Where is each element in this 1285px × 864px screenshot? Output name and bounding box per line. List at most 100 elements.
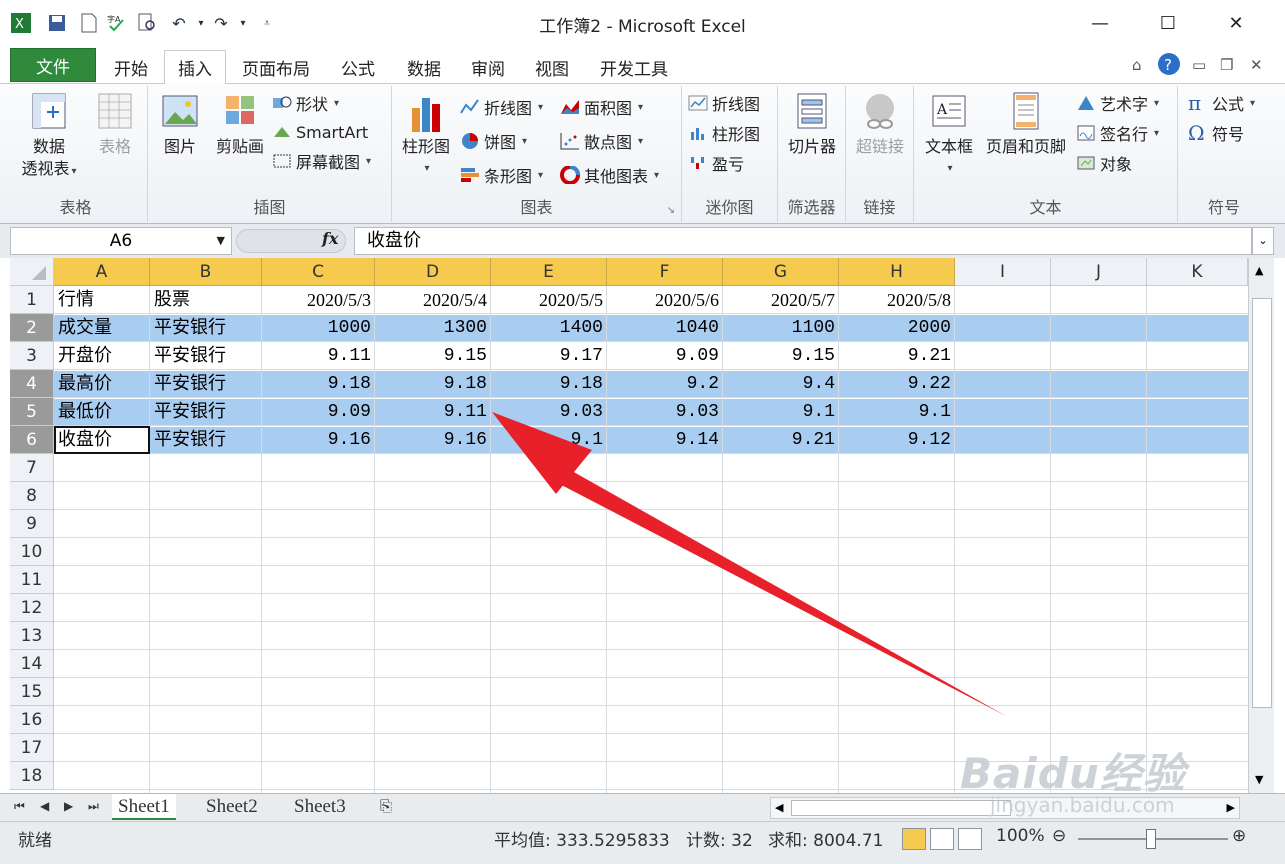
row-header-8[interactable]: 8 (10, 482, 54, 510)
name-box-dropdown-icon[interactable]: ▼ (217, 228, 225, 254)
save-icon[interactable] (44, 10, 70, 36)
cell-a4[interactable]: 最高价 (54, 370, 150, 398)
row-header-9[interactable]: 9 (10, 510, 54, 538)
smartart-button[interactable]: SmartArt (272, 119, 368, 145)
column-header-d[interactable]: D (375, 258, 491, 286)
column-header-e[interactable]: E (491, 258, 607, 286)
close-icon[interactable]: ✕ (1214, 8, 1258, 38)
scroll-right-icon[interactable]: ▶ (1227, 801, 1235, 814)
pie-chart-button[interactable]: 饼图 ▾ (460, 128, 527, 154)
zoom-out-icon[interactable]: ⊖ (1052, 826, 1066, 846)
tab-formulas[interactable]: 公式 (330, 50, 386, 84)
cell-h1[interactable]: 2020/5/8 (839, 286, 955, 314)
row-header-17[interactable]: 17 (10, 734, 54, 762)
cell-d1[interactable]: 2020/5/4 (375, 286, 491, 314)
cell-b3[interactable]: 平安银行 (150, 342, 262, 370)
cell-g3[interactable]: 9.15 (723, 342, 839, 370)
row-header-13[interactable]: 13 (10, 622, 54, 650)
cell-b6[interactable]: 平安银行 (150, 426, 262, 454)
sparkline-line-button[interactable]: 折线图 (688, 90, 760, 116)
hyperlink-button[interactable]: 超链接 (850, 90, 910, 158)
scroll-down-icon[interactable]: ▼ (1255, 773, 1263, 786)
cell-c2[interactable]: 1000 (262, 314, 375, 342)
row-header-4[interactable]: 4 (10, 370, 54, 398)
cell-f4[interactable]: 9.2 (607, 370, 723, 398)
cell-f5[interactable]: 9.03 (607, 398, 723, 426)
tab-insert[interactable]: 插入 (164, 50, 226, 85)
cell-d4[interactable]: 9.18 (375, 370, 491, 398)
redo-dropdown-icon[interactable]: ▾ (230, 10, 256, 36)
cell-b1[interactable]: 股票 (150, 286, 262, 314)
cell-g6[interactable]: 9.21 (723, 426, 839, 454)
cell-f2[interactable]: 1040 (607, 314, 723, 342)
workbook-minimize-icon[interactable]: ▭ (1192, 56, 1206, 74)
sheet-tab-1[interactable]: Sheet1 (112, 794, 176, 820)
row-header-12[interactable]: 12 (10, 594, 54, 622)
cell-g5[interactable]: 9.1 (723, 398, 839, 426)
row-header-3[interactable]: 3 (10, 342, 54, 370)
cell-a5[interactable]: 最低价 (54, 398, 150, 426)
scroll-up-icon[interactable]: ▲ (1255, 264, 1263, 277)
pivot-table-button[interactable]: 数据 透视表 ▾ (14, 90, 84, 183)
page-layout-view-icon[interactable] (930, 828, 954, 850)
cell-c5[interactable]: 9.09 (262, 398, 375, 426)
cell-g1[interactable]: 2020/5/7 (723, 286, 839, 314)
cell-d3[interactable]: 9.15 (375, 342, 491, 370)
screenshot-button[interactable]: 屏幕截图 ▾ (272, 148, 371, 174)
column-header-k[interactable]: K (1147, 258, 1248, 286)
clipart-button[interactable]: 剪贴画 (210, 90, 270, 158)
cell-a6[interactable]: 收盘价 (54, 426, 150, 454)
next-sheet-icon[interactable]: ▶ (64, 799, 73, 813)
zoom-in-icon[interactable]: ⊕ (1232, 826, 1246, 846)
column-header-b[interactable]: B (150, 258, 262, 286)
insert-function-icon[interactable]: fx (322, 229, 338, 248)
vertical-scrollbar[interactable]: ▲ ▼ (1248, 258, 1274, 793)
row-header-7[interactable]: 7 (10, 454, 54, 482)
cell-d2[interactable]: 1300 (375, 314, 491, 342)
cell-c3[interactable]: 9.11 (262, 342, 375, 370)
cell-e4[interactable]: 9.18 (491, 370, 607, 398)
tab-page-layout[interactable]: 页面布局 (232, 50, 320, 84)
cell-h3[interactable]: 9.21 (839, 342, 955, 370)
cell-c4[interactable]: 9.18 (262, 370, 375, 398)
first-sheet-icon[interactable]: ⏮ (14, 799, 25, 814)
insert-worksheet-icon[interactable]: ⎘ (380, 797, 392, 815)
zoom-level[interactable]: 100% (996, 826, 1045, 846)
column-header-g[interactable]: G (723, 258, 839, 286)
cell-a3[interactable]: 开盘价 (54, 342, 150, 370)
cell-f1[interactable]: 2020/5/6 (607, 286, 723, 314)
header-footer-button[interactable]: 页眉和页脚 (980, 90, 1072, 158)
tab-home[interactable]: 开始 (104, 50, 158, 84)
textbox-button[interactable]: A 文本框 ▾ (918, 90, 980, 180)
cell-e6[interactable]: 9.1 (491, 426, 607, 454)
cell-h5[interactable]: 9.1 (839, 398, 955, 426)
workbook-restore-icon[interactable]: ❐ (1220, 56, 1233, 74)
other-charts-button[interactable]: 其他图表 ▾ (560, 162, 659, 188)
help-icon[interactable]: ? (1157, 52, 1181, 80)
wordart-button[interactable]: 艺术字 ▾ (1076, 90, 1159, 116)
row-header-6[interactable]: 6 (10, 426, 54, 454)
page-break-view-icon[interactable] (958, 828, 982, 850)
zoom-slider-handle[interactable] (1146, 829, 1156, 849)
cell-h2[interactable]: 2000 (839, 314, 955, 342)
column-header-h[interactable]: H (839, 258, 955, 286)
symbol-button[interactable]: Ω 符号 (1188, 120, 1244, 146)
collapse-ribbon-icon[interactable]: ⌂ (1132, 56, 1142, 74)
tab-developer[interactable]: 开发工具 (590, 50, 678, 84)
object-button[interactable]: 对象 (1076, 150, 1132, 176)
cell-a2[interactable]: 成交量 (54, 314, 150, 342)
column-header-a[interactable]: A (54, 258, 150, 286)
sparkline-winloss-button[interactable]: 盈亏 (688, 150, 744, 176)
cell-a1[interactable]: 行情 (54, 286, 150, 314)
sparkline-column-button[interactable]: 柱形图 (688, 120, 760, 146)
cell-c1[interactable]: 2020/5/3 (262, 286, 375, 314)
table-button[interactable]: 表格 (88, 90, 142, 158)
spelling-check-icon[interactable]: 字A (104, 10, 130, 36)
cell-h4[interactable]: 9.22 (839, 370, 955, 398)
row-header-1[interactable]: 1 (10, 286, 54, 314)
tab-data[interactable]: 数据 (396, 50, 452, 84)
column-chart-button[interactable]: 柱形图 ▾ (396, 90, 456, 180)
customize-quick-access-icon[interactable]: ⩡ (254, 10, 280, 36)
row-header-18[interactable]: 18 (10, 762, 54, 790)
charts-dialog-launcher-icon[interactable]: ↘ (667, 205, 675, 216)
